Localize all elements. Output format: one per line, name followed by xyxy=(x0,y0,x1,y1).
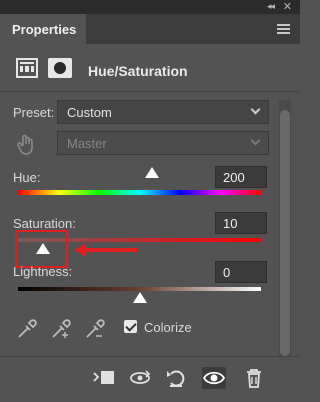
chevron-down-icon xyxy=(250,135,261,146)
channel-dropdown[interactable]: Master xyxy=(57,131,269,155)
lightness-value-field[interactable]: 0 xyxy=(215,261,267,283)
preset-dropdown[interactable]: Custom xyxy=(57,100,269,124)
saturation-label: Saturation: xyxy=(13,216,76,231)
eyedropper-add-icon[interactable] xyxy=(50,318,72,340)
hue-slider-thumb[interactable] xyxy=(145,167,159,178)
annotation-arrow-line xyxy=(85,248,137,252)
adjustment-header: Hue/Saturation xyxy=(0,44,300,92)
delete-icon[interactable] xyxy=(242,367,266,389)
reset-icon[interactable] xyxy=(164,367,188,389)
clip-to-layer-icon[interactable] xyxy=(92,367,116,389)
eyedropper-icon[interactable] xyxy=(16,318,38,340)
hue-label: Hue: xyxy=(13,170,41,185)
collapse-panels-icon[interactable]: ◂◂ xyxy=(267,1,275,12)
scrollbar-thumb[interactable] xyxy=(280,110,290,356)
panel-titlebar: ◂◂ ✕ xyxy=(0,0,300,14)
view-previous-state-icon[interactable] xyxy=(128,367,152,389)
colorize-checkbox[interactable] xyxy=(124,320,137,333)
eyedropper-subtract-icon[interactable] xyxy=(84,318,106,340)
layer-mask-icon[interactable] xyxy=(48,58,72,78)
hue-value-field[interactable]: 200 xyxy=(215,166,267,188)
close-icon[interactable]: ✕ xyxy=(283,0,292,13)
panel-menu-icon[interactable] xyxy=(277,24,290,36)
adjustment-title: Hue/Saturation xyxy=(88,63,188,79)
hue-slider-track[interactable] xyxy=(18,190,261,195)
chevron-down-icon xyxy=(250,104,261,115)
lightness-slider-track[interactable] xyxy=(18,287,261,291)
hand-icon[interactable] xyxy=(16,134,36,161)
lightness-slider-thumb[interactable] xyxy=(133,292,147,303)
adjustment-layer-icon[interactable] xyxy=(16,58,38,78)
lightness-label: Lightness: xyxy=(13,264,73,279)
saturation-value-field[interactable]: 10 xyxy=(215,212,267,234)
annotation-highlight-box xyxy=(15,230,68,268)
tab-bar: Properties xyxy=(0,14,300,44)
preset-label: Preset: xyxy=(13,105,55,120)
bottom-toolbar xyxy=(0,356,300,402)
tab-properties[interactable]: Properties xyxy=(0,14,86,44)
preset-value: Custom xyxy=(67,105,112,120)
channel-value: Master xyxy=(67,136,107,151)
colorize-label: Colorize xyxy=(144,320,192,335)
toggle-visibility-icon[interactable] xyxy=(202,367,226,389)
